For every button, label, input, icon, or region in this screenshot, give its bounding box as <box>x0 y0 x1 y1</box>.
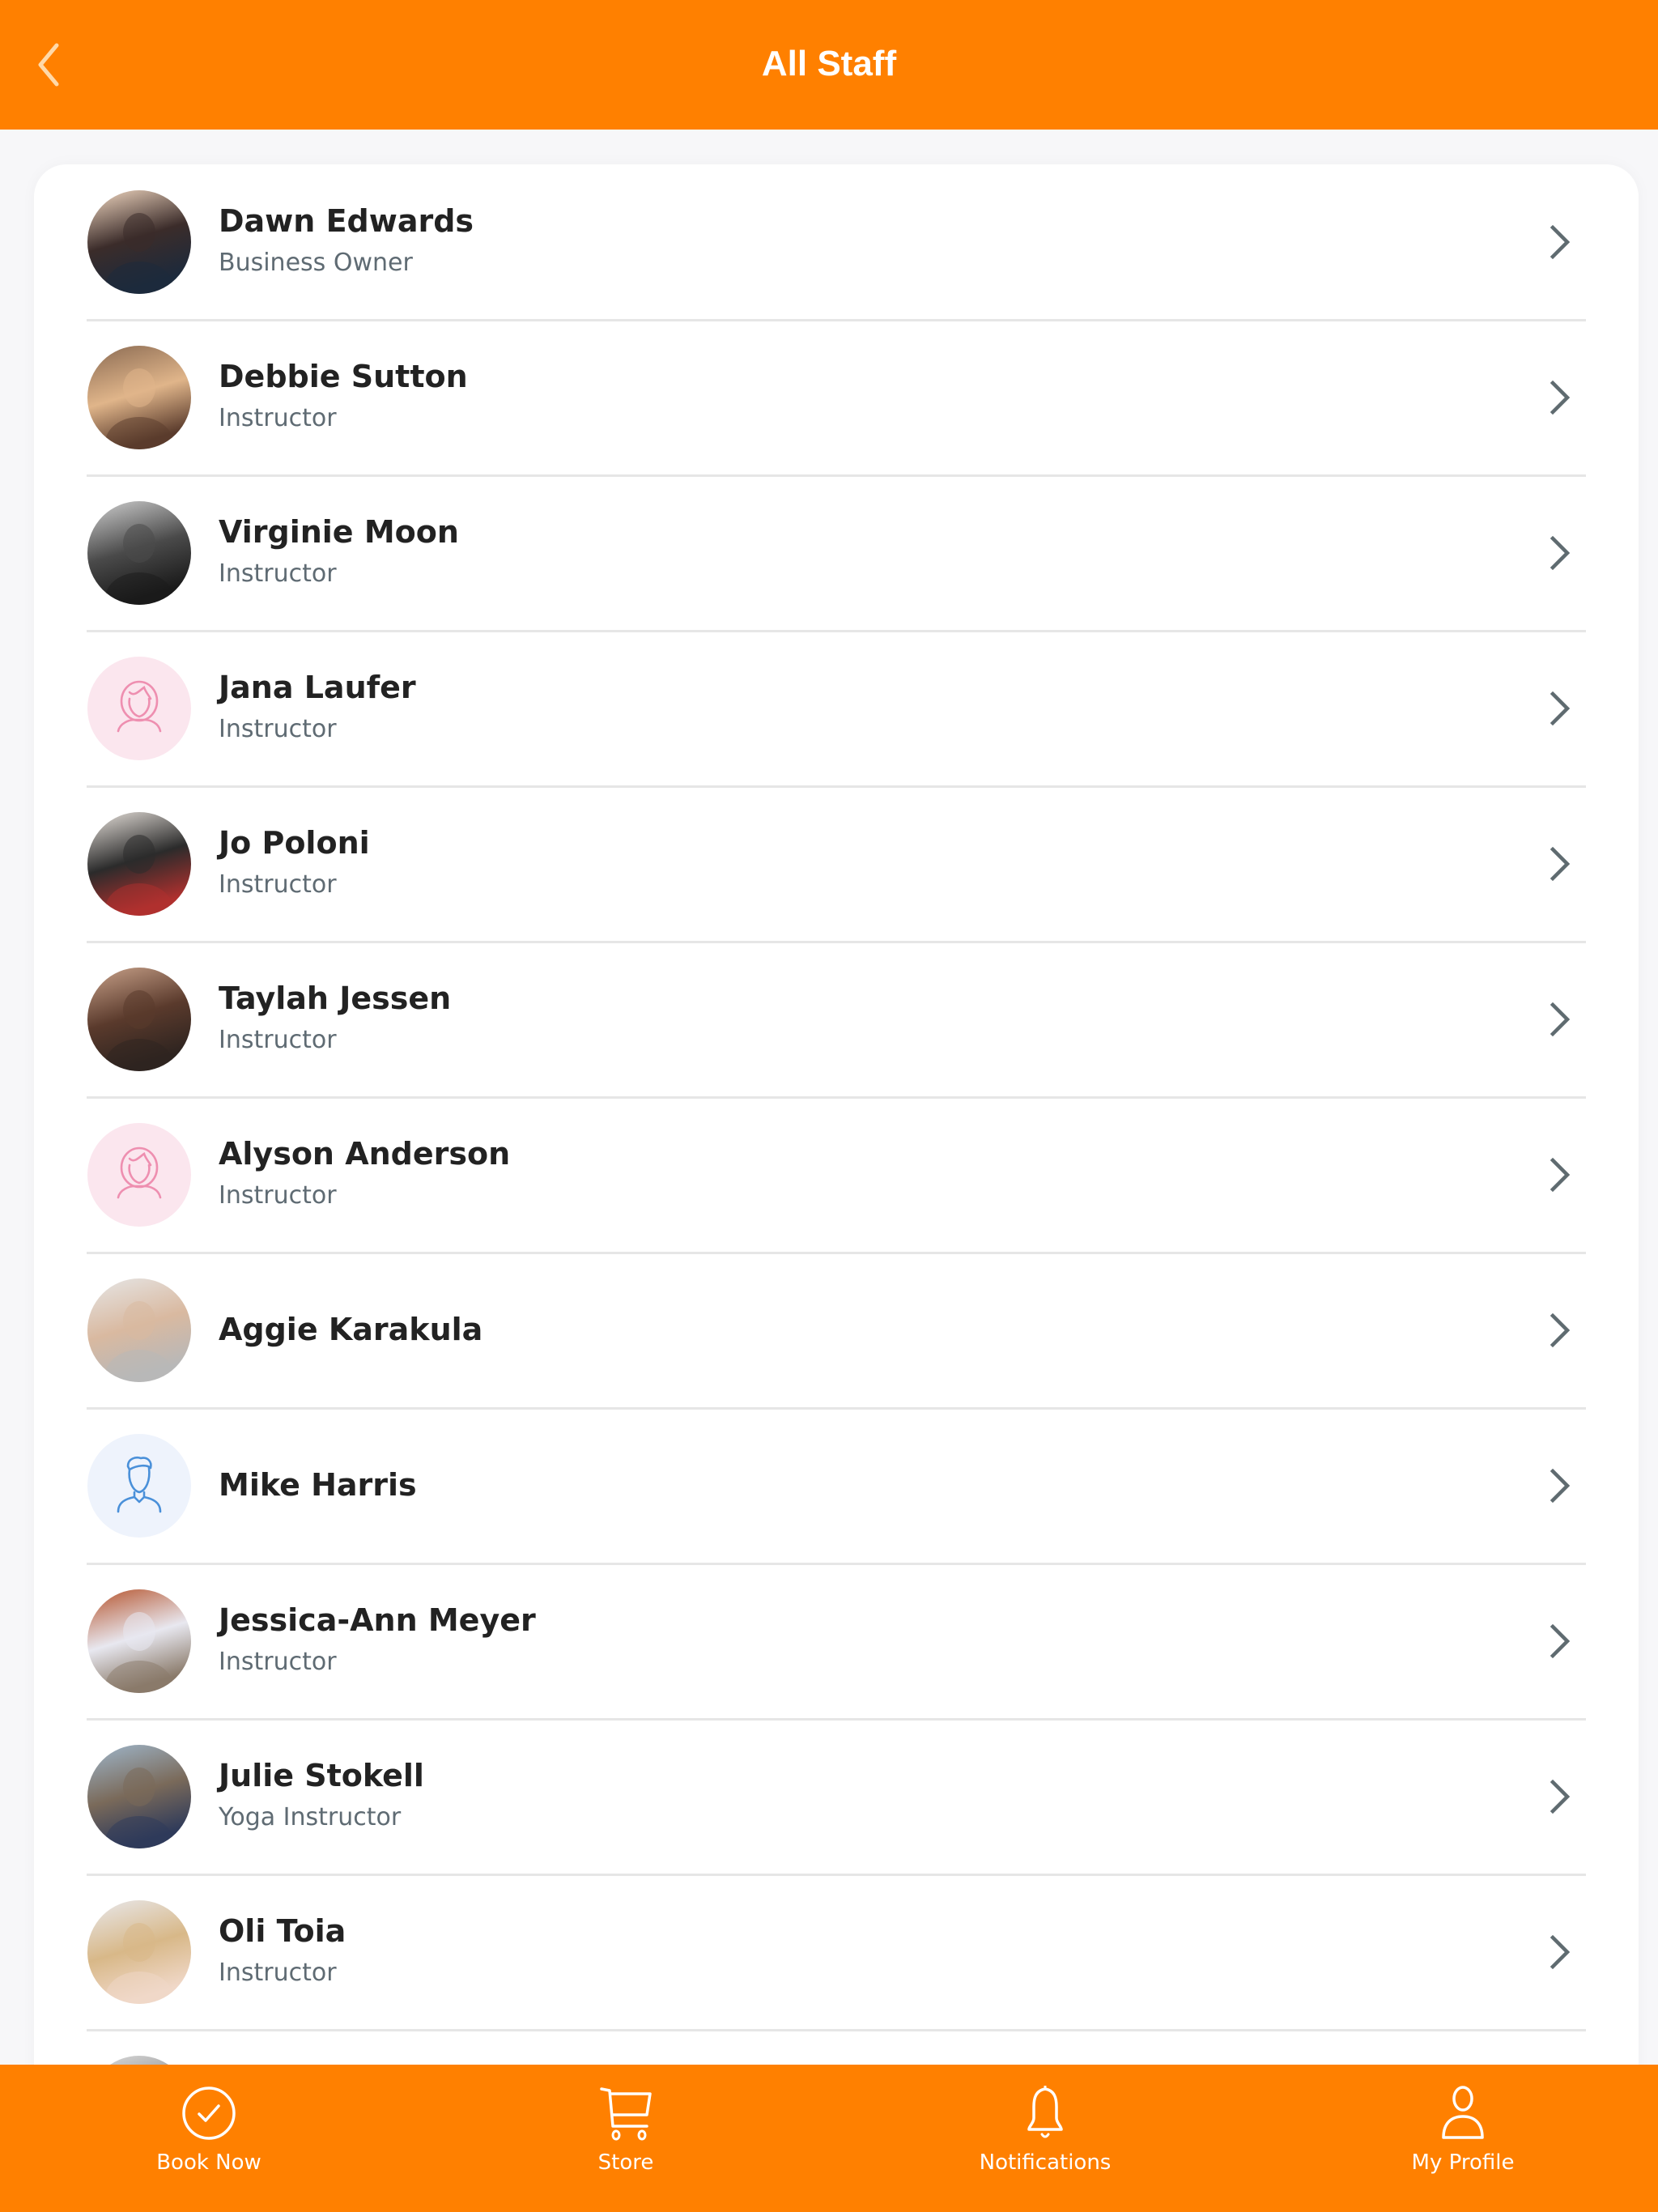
nav-label: Book Now <box>156 2150 261 2175</box>
staff-role: Instructor <box>219 1959 337 1987</box>
male-placeholder-icon <box>87 1434 191 1538</box>
staff-photo <box>87 190 191 294</box>
staff-row[interactable]: Debbie Sutton Instructor <box>34 320 1639 477</box>
avatar <box>87 1434 191 1538</box>
staff-name: Dawn Edwards <box>219 203 474 239</box>
chevron-right-icon[interactable] <box>1541 1777 1579 1816</box>
avatar <box>87 1900 191 2004</box>
bottom-navigation: Book Now Store Notifications My Profile <box>0 2065 1658 2212</box>
staff-name: Aggie Karakula <box>219 1312 483 1347</box>
staff-role: Instructor <box>219 1181 337 1210</box>
staff-photo <box>87 968 191 1071</box>
avatar <box>87 1589 191 1693</box>
staff-name: Jo Poloni <box>219 825 370 861</box>
staff-role: Instructor <box>219 404 337 432</box>
staff-list: Dawn Edwards Business Owner Debbie Sutton I… <box>34 164 1639 2189</box>
chevron-right-icon[interactable] <box>1541 689 1579 728</box>
staff-row[interactable]: Jana Laufer Instructor <box>34 631 1639 788</box>
staff-name: Oli Toia <box>219 1913 346 1949</box>
avatar <box>87 968 191 1071</box>
nav-label: Notifications <box>979 2150 1112 2175</box>
staff-name: Julie Stokell <box>219 1758 424 1793</box>
staff-photo <box>87 501 191 605</box>
staff-role: Instructor <box>219 1648 337 1676</box>
staff-role: Instructor <box>219 715 337 743</box>
chevron-right-icon[interactable] <box>1541 534 1579 572</box>
chevron-right-icon[interactable] <box>1541 378 1579 417</box>
avatar <box>87 1123 191 1227</box>
avatar <box>87 501 191 605</box>
nav-book-now[interactable]: Book Now <box>2 2065 416 2212</box>
staff-row[interactable]: Mike Harris <box>34 1408 1639 1565</box>
staff-row[interactable]: Jessica-Ann Meyer Instructor <box>34 1563 1639 1721</box>
top-app-bar: All Staff <box>0 0 1658 130</box>
nav-store[interactable]: Store <box>419 2065 833 2212</box>
page-title: All Staff <box>761 44 897 83</box>
avatar <box>87 1745 191 1848</box>
staff-photo <box>87 1589 191 1693</box>
chevron-right-icon[interactable] <box>1541 223 1579 262</box>
chevron-right-icon[interactable] <box>1541 1155 1579 1194</box>
avatar <box>87 1278 191 1382</box>
profile-icon <box>1442 2086 1484 2139</box>
staff-name: Taylah Jessen <box>219 981 452 1016</box>
chevron-right-icon[interactable] <box>1541 844 1579 883</box>
chevron-right-icon[interactable] <box>1541 1311 1579 1350</box>
nav-notifications[interactable]: Notifications <box>838 2065 1252 2212</box>
chevron-right-icon[interactable] <box>1541 1933 1579 1972</box>
staff-photo <box>87 1900 191 2004</box>
staff-row[interactable]: Jo Poloni Instructor <box>34 786 1639 943</box>
staff-role: Instructor <box>219 870 337 899</box>
staff-role: Instructor <box>219 1026 337 1054</box>
staff-row[interactable]: Taylah Jessen Instructor <box>34 942 1639 1099</box>
bell-icon <box>1027 2086 1063 2138</box>
nav-label: My Profile <box>1411 2150 1515 2175</box>
staff-role: Yoga Instructor <box>219 1803 402 1831</box>
staff-role: Instructor <box>219 559 337 588</box>
staff-name: Jana Laufer <box>219 670 416 705</box>
staff-row[interactable]: Oli Toia Instructor <box>34 1874 1639 2031</box>
chevron-right-icon[interactable] <box>1541 1466 1579 1505</box>
nav-my-profile[interactable]: My Profile <box>1256 2065 1658 2212</box>
staff-name: Alyson Anderson <box>219 1136 511 1172</box>
staff-name: Jessica-Ann Meyer <box>219 1602 536 1638</box>
avatar <box>87 190 191 294</box>
staff-name: Debbie Sutton <box>219 359 468 394</box>
staff-photo <box>87 1278 191 1382</box>
female-placeholder-icon <box>87 657 191 760</box>
staff-row[interactable]: Julie Stokell Yoga Instructor <box>34 1719 1639 1876</box>
avatar <box>87 346 191 449</box>
staff-name: Virginie Moon <box>219 514 459 550</box>
staff-row[interactable]: Aggie Karakula <box>34 1253 1639 1410</box>
female-placeholder-icon <box>87 1123 191 1227</box>
staff-photo <box>87 812 191 916</box>
cart-icon <box>600 2087 652 2141</box>
avatar <box>87 657 191 760</box>
staff-row[interactable]: Alyson Anderson Instructor <box>34 1097 1639 1254</box>
chevron-right-icon[interactable] <box>1541 1000 1579 1039</box>
staff-row[interactable]: Dawn Edwards Business Owner <box>34 164 1639 321</box>
avatar <box>87 812 191 916</box>
back-button[interactable] <box>24 32 73 97</box>
check-circle-icon <box>182 2087 236 2140</box>
nav-label: Store <box>597 2150 654 2175</box>
staff-photo <box>87 1745 191 1848</box>
staff-photo <box>87 346 191 449</box>
chevron-right-icon[interactable] <box>1541 1622 1579 1661</box>
chevron-left-icon <box>38 43 59 87</box>
staff-row[interactable]: Virginie Moon Instructor <box>34 475 1639 632</box>
staff-role: Business Owner <box>219 249 413 277</box>
staff-name: Mike Harris <box>219 1467 417 1503</box>
